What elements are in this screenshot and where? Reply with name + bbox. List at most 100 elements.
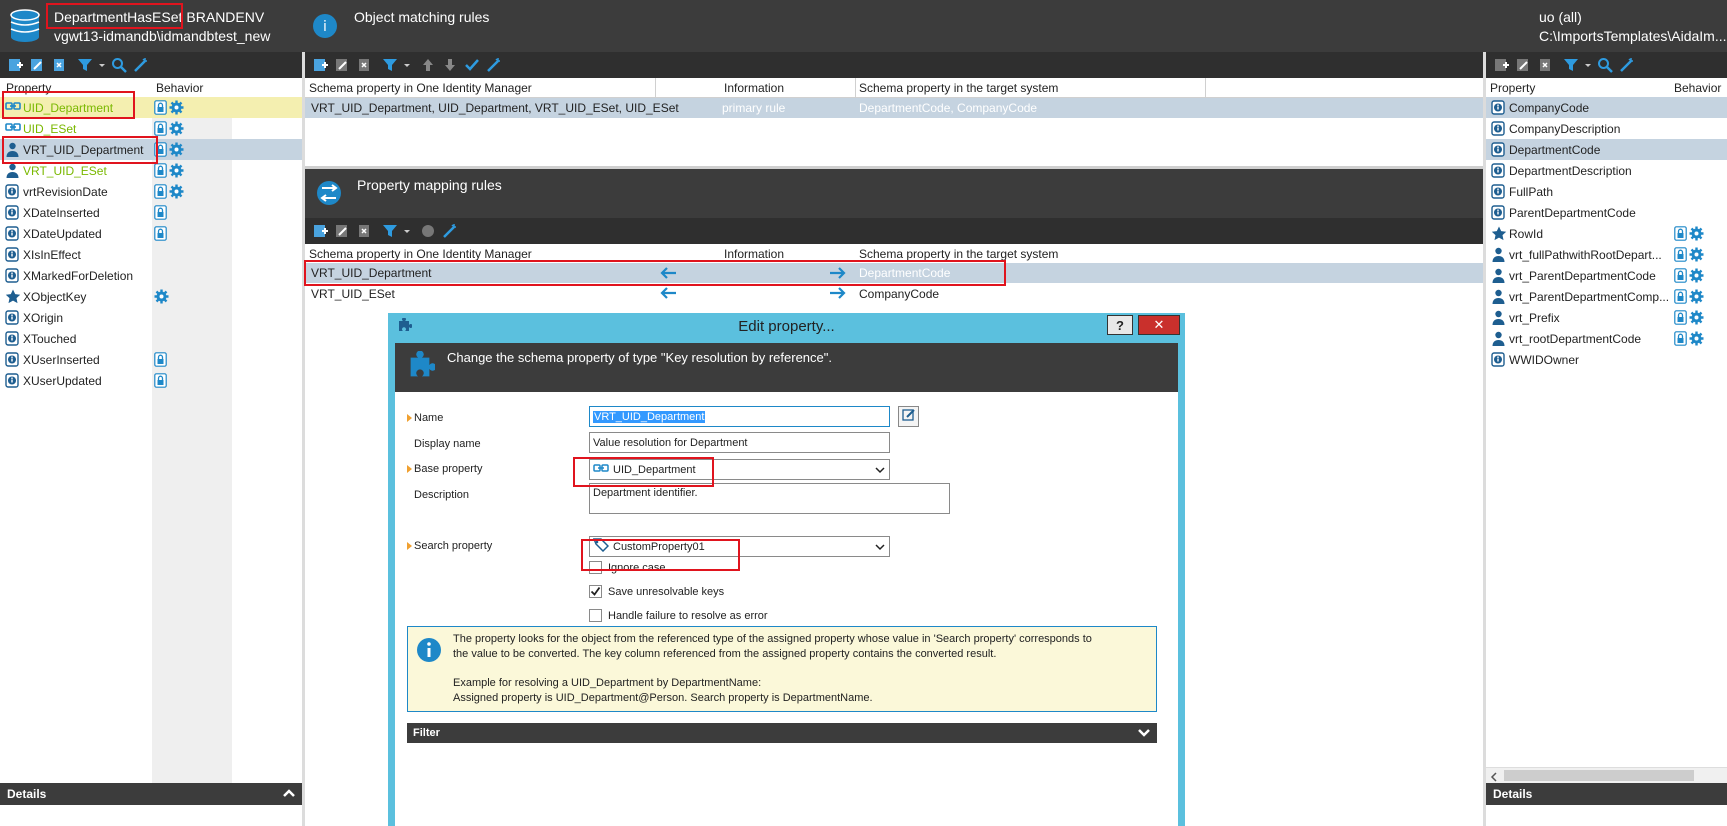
mapping-icon[interactable] [419, 222, 437, 240]
gear-icon[interactable] [169, 184, 184, 202]
list-item[interactable]: vrtRevisionDate [0, 181, 302, 202]
list-item[interactable]: vrt_Prefix [1486, 307, 1727, 328]
gear-icon[interactable] [169, 163, 184, 181]
gear-icon[interactable] [169, 100, 184, 118]
col-information[interactable]: Information [724, 247, 784, 261]
gear-icon[interactable] [1689, 331, 1704, 349]
horizontal-scrollbar[interactable] [1486, 767, 1727, 783]
edit-icon[interactable] [333, 56, 351, 74]
delete-icon[interactable] [355, 56, 373, 74]
search-icon[interactable] [1596, 56, 1614, 74]
display-name-field[interactable]: Value resolution for Department [589, 432, 890, 453]
description-field[interactable]: Department identifier. [589, 483, 950, 514]
right-details-bar[interactable]: Details [1486, 783, 1727, 805]
list-item[interactable]: ParentDepartmentCode [1486, 202, 1727, 223]
scroll-thumb[interactable] [1504, 770, 1694, 781]
delete-icon[interactable] [1536, 56, 1554, 74]
list-item[interactable]: XDateInserted [0, 202, 302, 223]
lock-icon[interactable] [154, 352, 167, 370]
lock-icon[interactable] [1674, 310, 1687, 328]
lock-icon[interactable] [154, 205, 167, 223]
gear-icon[interactable] [1689, 268, 1704, 286]
delete-icon[interactable] [355, 222, 373, 240]
list-item[interactable]: CompanyCode [1486, 97, 1727, 118]
list-item[interactable]: XOrigin [0, 307, 302, 328]
lock-icon[interactable] [1674, 268, 1687, 286]
gear-icon[interactable] [169, 121, 184, 139]
lock-icon[interactable] [154, 184, 167, 202]
handle-failure-checkbox[interactable] [589, 609, 602, 622]
arrow-up-icon[interactable] [419, 56, 437, 74]
edit-icon[interactable] [1514, 56, 1532, 74]
wand-icon[interactable] [1618, 56, 1636, 74]
list-item[interactable]: DepartmentCode [1486, 139, 1727, 160]
list-item[interactable]: XMarkedForDeletion [0, 265, 302, 286]
chevron-up-icon[interactable] [282, 786, 296, 803]
gear-icon[interactable] [169, 142, 184, 160]
filter-icon[interactable] [381, 222, 399, 240]
add-icon[interactable] [1492, 56, 1510, 74]
lock-icon[interactable] [1674, 331, 1687, 349]
dropdown-arrow-icon[interactable] [403, 222, 411, 240]
lock-icon[interactable] [154, 100, 167, 118]
list-item[interactable]: XUserUpdated [0, 370, 302, 391]
dropdown-arrow-icon[interactable] [1584, 56, 1592, 74]
add-icon[interactable] [311, 222, 329, 240]
object-matching-row[interactable]: VRT_UID_Department, UID_Department, VRT_… [305, 98, 1483, 118]
list-item[interactable]: vrt_fullPathwithRootDepart... [1486, 244, 1727, 265]
lock-icon[interactable] [1674, 226, 1687, 244]
wand-icon[interactable] [485, 56, 503, 74]
list-item[interactable]: XObjectKey [0, 286, 302, 307]
lock-icon[interactable] [1674, 247, 1687, 265]
arrow-down-icon[interactable] [441, 56, 459, 74]
wand-icon[interactable] [132, 56, 150, 74]
lock-icon[interactable] [154, 163, 167, 181]
list-item[interactable]: FullPath [1486, 181, 1727, 202]
filter-icon[interactable] [381, 56, 399, 74]
gear-icon[interactable] [1689, 226, 1704, 244]
list-item[interactable]: XTouched [0, 328, 302, 349]
col-schema-target[interactable]: Schema property in the target system [859, 81, 1058, 95]
lock-icon[interactable] [154, 226, 167, 244]
wand-icon[interactable] [441, 222, 459, 240]
list-item[interactable]: vrt_rootDepartmentCode [1486, 328, 1727, 349]
chevron-down-icon[interactable] [1137, 726, 1151, 743]
lock-icon[interactable] [154, 373, 167, 391]
list-item[interactable]: DepartmentDescription [1486, 160, 1727, 181]
col-schema-omi[interactable]: Schema property in One Identity Manager [309, 81, 532, 95]
edit-name-button[interactable] [898, 406, 919, 427]
checkmark-icon[interactable] [463, 56, 481, 74]
close-button[interactable]: ✕ [1138, 315, 1180, 335]
col-behavior[interactable]: Behavior [156, 81, 203, 95]
col-schema-target[interactable]: Schema property in the target system [859, 247, 1058, 261]
lock-icon[interactable] [1674, 289, 1687, 307]
name-field[interactable]: VRT_UID_Department [589, 406, 890, 427]
left-details-bar[interactable]: Details [0, 783, 302, 805]
list-item[interactable]: CompanyDescription [1486, 118, 1727, 139]
add-icon[interactable] [6, 56, 24, 74]
list-item[interactable]: XIsInEffect [0, 244, 302, 265]
delete-icon[interactable] [50, 56, 68, 74]
list-item[interactable]: XUserInserted [0, 349, 302, 370]
col-information[interactable]: Information [724, 81, 784, 95]
col-schema-omi[interactable]: Schema property in One Identity Manager [309, 247, 532, 261]
list-item[interactable]: XDateUpdated [0, 223, 302, 244]
list-item[interactable]: RowId [1486, 223, 1727, 244]
add-icon[interactable] [311, 56, 329, 74]
gear-icon[interactable] [154, 289, 169, 307]
list-item[interactable]: vrt_ParentDepartmentComp... [1486, 286, 1727, 307]
list-item[interactable]: vrt_ParentDepartmentCode [1486, 265, 1727, 286]
help-button[interactable]: ? [1107, 315, 1133, 335]
filter-section-bar[interactable]: Filter [407, 723, 1157, 743]
dropdown-arrow-icon[interactable] [403, 56, 411, 74]
mapping-row[interactable]: VRT_UID_ESet CompanyCode [305, 283, 1483, 303]
gear-icon[interactable] [1689, 310, 1704, 328]
filter-icon[interactable] [76, 56, 94, 74]
col-property[interactable]: Property [1490, 81, 1535, 95]
dropdown-arrow-icon[interactable] [98, 56, 106, 74]
list-item[interactable]: WWIDOwner [1486, 349, 1727, 370]
edit-icon[interactable] [333, 222, 351, 240]
edit-icon[interactable] [28, 56, 46, 74]
gear-icon[interactable] [1689, 247, 1704, 265]
save-unresolvable-checkbox[interactable] [589, 585, 602, 598]
